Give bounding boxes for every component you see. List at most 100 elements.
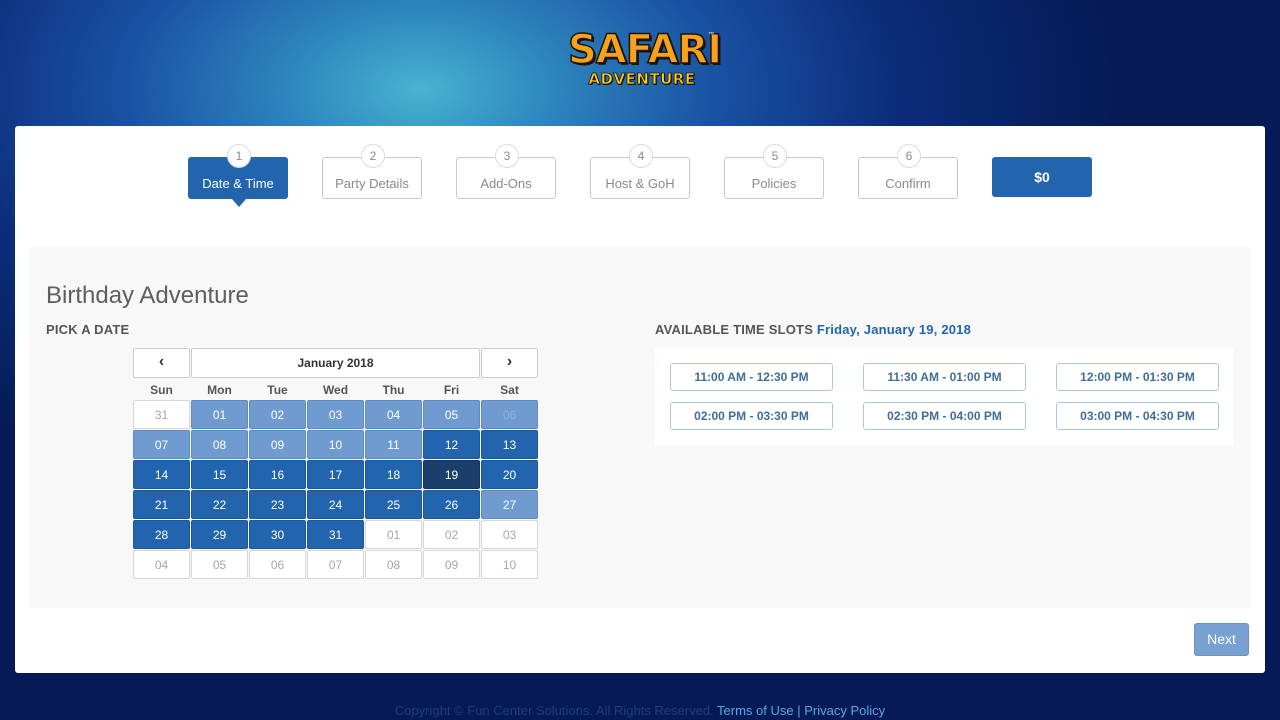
calendar-day: 31	[133, 400, 190, 429]
weekday-header: Tue	[267, 383, 288, 397]
booking-panel: 1 Date & Time 2 Party Details 3 Add-Ons …	[15, 126, 1265, 673]
time-slots-list: 11:00 AM - 12:30 PM 11:30 AM - 01:00 PM …	[655, 348, 1233, 445]
calendar-day: 09	[423, 550, 480, 579]
step-number: 2	[361, 144, 385, 168]
chevron-left-icon: ‹	[158, 353, 165, 370]
calendar-day[interactable]: 30	[249, 520, 306, 549]
calendar-day[interactable]: 12	[423, 430, 480, 459]
chevron-right-icon: ›	[506, 353, 513, 370]
calendar-day: 05	[191, 550, 248, 579]
weekday-header: Fri	[443, 383, 460, 397]
calendar-day[interactable]: 16	[249, 460, 306, 489]
step-add-ons[interactable]: 3 Add-Ons	[456, 144, 556, 199]
calendar-day[interactable]: 29	[191, 520, 248, 549]
calendar-day[interactable]: 24	[307, 490, 364, 519]
calendar-day[interactable]: 06	[481, 400, 538, 429]
footer-separator: |	[797, 703, 801, 718]
calendar-day: 04	[133, 550, 190, 579]
time-slot-button[interactable]: 11:00 AM - 12:30 PM	[670, 363, 833, 391]
calendar-day[interactable]: 27	[481, 490, 538, 519]
step-number: 3	[495, 144, 519, 168]
safari-adventure-logo: SAFARI ADVENTURE ™	[567, 27, 723, 98]
selected-date-label: Friday, January 19, 2018	[816, 322, 972, 337]
step-label: Policies	[751, 176, 797, 191]
calendar-grid: Sun Mon Tue Wed Thu Fri Sat 31 01 02 03 04 05…	[133, 380, 538, 580]
footer: Copyright © Fun Center Solutions. All Ri…	[0, 703, 1280, 718]
step-label: Party Details	[335, 176, 409, 191]
calendar-day[interactable]: 09	[249, 430, 306, 459]
calendar-day: 01	[365, 520, 422, 549]
weekday-header: Wed	[322, 383, 349, 397]
calendar-day: 10	[481, 550, 538, 579]
page-title: Birthday Adventure	[46, 282, 249, 309]
time-slots-heading: AVAILABLE TIME SLOTS Friday, January 19,…	[655, 322, 971, 337]
time-slot-button[interactable]: 02:30 PM - 04:00 PM	[863, 402, 1026, 430]
next-button[interactable]: Next	[1194, 623, 1249, 656]
calendar-day: 03	[481, 520, 538, 549]
calendar-day[interactable]: 17	[307, 460, 364, 489]
step-label: Confirm	[885, 176, 931, 191]
month-label[interactable]: January 2018	[191, 348, 480, 378]
calendar-day[interactable]: 13	[481, 430, 538, 459]
time-slot-button[interactable]: 02:00 PM - 03:30 PM	[670, 402, 833, 430]
calendar-day: 02	[423, 520, 480, 549]
step-number: 1	[227, 144, 251, 168]
calendar-day[interactable]: 07	[133, 430, 190, 459]
calendar-day[interactable]: 14	[133, 460, 190, 489]
calendar-day[interactable]: 26	[423, 490, 480, 519]
calendar-day: 06	[249, 550, 306, 579]
calendar-day[interactable]: 01	[191, 400, 248, 429]
calendar-day[interactable]: 22	[191, 490, 248, 519]
calendar-day[interactable]: 10	[307, 430, 364, 459]
step-label: Host & GoH	[605, 176, 675, 191]
weekday-header: Mon	[207, 383, 232, 397]
step-policies[interactable]: 5 Policies	[724, 144, 824, 199]
calendar-day[interactable]: 05	[423, 400, 480, 429]
calendar-day[interactable]: 08	[191, 430, 248, 459]
time-slot-button[interactable]: 11:30 AM - 01:00 PM	[863, 363, 1026, 391]
time-slot-button[interactable]: 12:00 PM - 01:30 PM	[1056, 363, 1219, 391]
step-number: 6	[897, 144, 921, 168]
calendar-day[interactable]: 28	[133, 520, 190, 549]
step-host-goh[interactable]: 4 Host & GoH	[590, 144, 690, 199]
next-month-button[interactable]: ›	[481, 348, 538, 378]
calendar-day[interactable]: 19	[423, 460, 480, 489]
pick-date-heading: PICK A DATE	[46, 322, 130, 337]
calendar-day[interactable]: 25	[365, 490, 422, 519]
step-party-details[interactable]: 2 Party Details	[322, 144, 422, 199]
prev-month-button[interactable]: ‹	[133, 348, 190, 378]
copyright-text: Copyright © Fun Center Solutions. All Ri…	[394, 703, 714, 718]
calendar-nav: ‹ January 2018 ›	[133, 348, 538, 378]
calendar-day[interactable]: 21	[133, 490, 190, 519]
logo-top-text: SAFARI	[567, 27, 723, 73]
calendar-day[interactable]: 23	[249, 490, 306, 519]
calendar-day[interactable]: 31	[307, 520, 364, 549]
calendar-day[interactable]: 20	[481, 460, 538, 489]
calendar-day: 07	[307, 550, 364, 579]
logo-trademark: ™	[708, 32, 714, 38]
calendar-day[interactable]: 04	[365, 400, 422, 429]
calendar: ‹ January 2018 › Sun Mon Tue Wed Thu Fri…	[133, 348, 538, 580]
step-label: Date & Time	[202, 176, 274, 191]
weekday-header: Sun	[150, 383, 173, 397]
step-number: 4	[629, 144, 653, 168]
terms-of-use-link[interactable]: Terms of Use	[717, 703, 794, 718]
weekday-header: Sat	[500, 383, 519, 397]
step-number: 5	[763, 144, 787, 168]
calendar-day[interactable]: 03	[307, 400, 364, 429]
privacy-policy-link[interactable]: Privacy Policy	[804, 703, 885, 718]
time-slots-label: AVAILABLE TIME SLOTS	[655, 322, 814, 337]
calendar-day[interactable]: 11	[365, 430, 422, 459]
calendar-day[interactable]: 02	[249, 400, 306, 429]
calendar-day[interactable]: 18	[365, 460, 422, 489]
calendar-day[interactable]: 15	[191, 460, 248, 489]
step-label: Add-Ons	[480, 176, 532, 191]
weekday-header: Thu	[382, 383, 405, 397]
step-date-time[interactable]: 1 Date & Time	[188, 144, 288, 207]
time-slot-button[interactable]: 03:00 PM - 04:30 PM	[1056, 402, 1219, 430]
step-confirm[interactable]: 6 Confirm	[858, 144, 958, 199]
logo-bottom-text: ADVENTURE	[588, 70, 696, 89]
calendar-day: 08	[365, 550, 422, 579]
date-time-section: Birthday Adventure PICK A DATE ‹ January…	[30, 247, 1250, 608]
price-total: $0	[992, 157, 1092, 197]
